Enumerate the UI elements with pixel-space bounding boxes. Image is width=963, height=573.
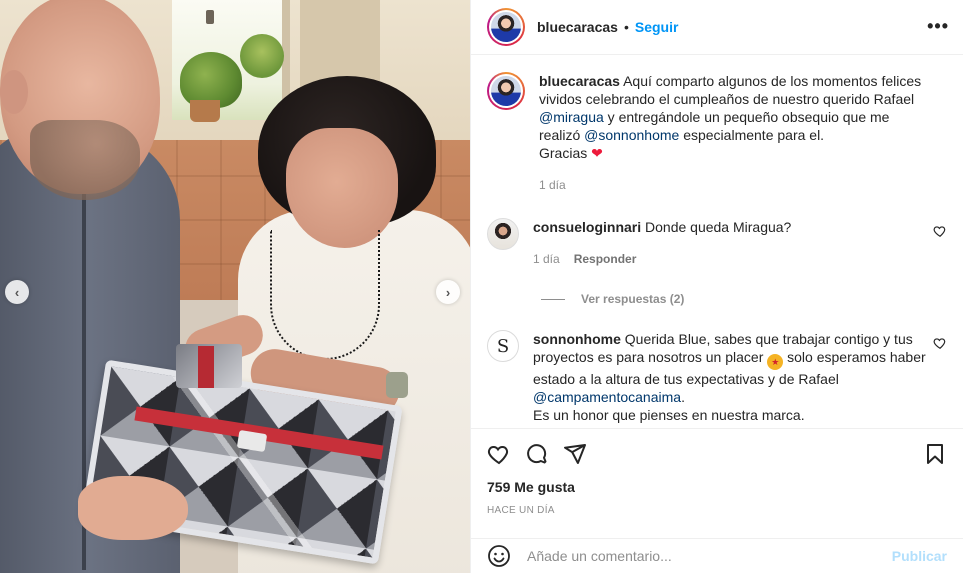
action-bar [487, 441, 947, 467]
comment-text: consueloginnari Donde queda Miragua? 1 d… [533, 218, 947, 268]
photo-smartwatch [386, 372, 408, 398]
author-avatar-photo [491, 12, 521, 42]
post-header: bluecaracas • Seguir ••• [471, 0, 963, 55]
more-options-icon[interactable]: ••• [927, 16, 949, 37]
follow-button[interactable]: Seguir [635, 19, 679, 35]
emoji-icon[interactable] [487, 544, 511, 568]
sonnon-logo-letter: S [496, 335, 510, 357]
publish-button[interactable]: Publicar [892, 548, 947, 564]
comment-item: consueloginnari Donde queda Miragua? 1 d… [487, 218, 947, 268]
comment-item: S sonnonhome Querida Blue, sabes que tra… [487, 330, 947, 424]
photo-plant-2 [240, 34, 284, 78]
post-timestamp[interactable]: Hace un día [487, 505, 947, 516]
photo-woman-necklace [270, 230, 380, 360]
like-heart-icon[interactable] [487, 442, 511, 466]
photo-wall-lamp [206, 10, 214, 24]
star-struck-emoji: ★ [767, 354, 784, 370]
carousel-prev-button[interactable]: ‹ [5, 280, 29, 304]
comment-meta: 1 día Responder [533, 250, 927, 268]
caption: bluecaracas Aquí comparto algunos de los… [487, 72, 947, 194]
comment-body-4: Es un honor que pienses en nuestra marca… [533, 407, 805, 423]
red-heart-emoji: ❤ [591, 145, 603, 161]
photo-plant-pot [190, 100, 220, 122]
caption-avatar[interactable] [487, 72, 525, 110]
caption-avatar-photo [491, 76, 521, 106]
comment-username[interactable]: sonnonhome [533, 331, 621, 347]
view-replies-label: Ver respuestas (2) [581, 292, 685, 306]
comment-username[interactable]: consueloginnari [533, 219, 641, 235]
photo-man-ear [0, 70, 28, 114]
comment-bubble-icon[interactable] [525, 442, 549, 466]
caption-username[interactable]: bluecaracas [539, 73, 620, 89]
commenter-avatar[interactable] [487, 218, 519, 250]
comment-composer: Publicar [471, 538, 963, 573]
header-separator: • [623, 19, 629, 35]
chevron-left-icon: ‹ [14, 284, 20, 300]
comment-body: Donde queda Miragua? [645, 219, 792, 235]
chevron-right-icon: › [445, 284, 451, 300]
comment-input[interactable] [527, 548, 892, 564]
caption-body-3: especialmente para el. [679, 127, 825, 143]
save-bookmark-icon[interactable] [923, 442, 947, 466]
post-photo[interactable]: ‹ › [0, 0, 470, 573]
reply-button[interactable]: Responder [574, 250, 637, 268]
share-paper-plane-icon[interactable] [563, 442, 587, 466]
comment-text: sonnonhome Querida Blue, sabes que traba… [533, 330, 947, 424]
photo-man-hand [78, 476, 188, 540]
caption-meta: 1 día [539, 176, 927, 194]
view-replies-button[interactable]: Ver respuestas (2) [541, 292, 947, 306]
comment-body-3: . [681, 389, 685, 405]
caption-text: bluecaracas Aquí comparto algunos de los… [539, 72, 947, 194]
commenter-avatar[interactable]: S [487, 330, 519, 362]
comments-list[interactable]: bluecaracas Aquí comparto algunos de los… [471, 56, 963, 428]
photo-man-beard [30, 120, 140, 200]
like-comment-heart-icon[interactable] [933, 336, 947, 350]
post-actions: 759 Me gusta Hace un día [471, 428, 963, 538]
comment-time[interactable]: 1 día [533, 250, 560, 268]
mention-link[interactable]: @miragua [539, 109, 604, 125]
like-comment-heart-icon[interactable] [933, 224, 947, 238]
caption-time[interactable]: 1 día [539, 176, 566, 194]
author-avatar[interactable] [487, 8, 525, 46]
photo-small-gift-ribbon [198, 346, 214, 388]
post-side-panel: bluecaracas • Seguir ••• bluecaracas Aqu… [470, 0, 963, 573]
carousel-next-button[interactable]: › [436, 280, 460, 304]
caption-thanks: Gracias [539, 145, 588, 161]
author-username[interactable]: bluecaracas [537, 19, 618, 35]
likes-count[interactable]: 759 Me gusta [487, 479, 947, 495]
mention-link[interactable]: @campamentocanaima [533, 389, 681, 405]
mention-link[interactable]: @sonnonhome [584, 127, 679, 143]
replies-divider [541, 298, 565, 300]
